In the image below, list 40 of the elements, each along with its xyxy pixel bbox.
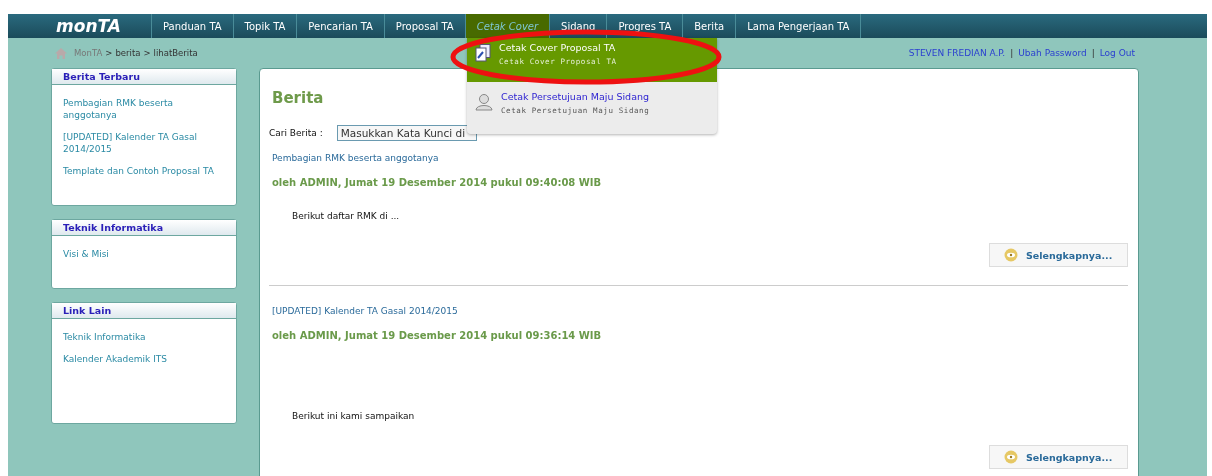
panel-title: Berita Terbaru (52, 69, 236, 85)
read-more-button[interactable]: Selengkapnya... (989, 243, 1128, 267)
panel-title: Link Lain (52, 303, 236, 319)
page-title: Berita (272, 89, 324, 107)
search-label: Cari Berita : (269, 128, 323, 138)
sidebar-link[interactable]: Teknik Informatika (63, 331, 225, 343)
news-title-link[interactable]: Pembagian RMK beserta anggotanya (272, 153, 1128, 163)
panel-title: Teknik Informatika (52, 220, 236, 236)
search-field[interactable]: Masukkan Kata Kunci di (336, 125, 477, 141)
sidebar-link[interactable]: Template dan Contoh Proposal TA (63, 165, 225, 177)
user-link[interactable]: Ubah Password (1018, 48, 1087, 58)
news-byline: oleh ADMIN, Jumat 19 Desember 2014 pukul 09:36:14 WIB (272, 330, 603, 341)
link-separator: | (1091, 48, 1095, 58)
nav-item[interactable]: Topik TA (233, 14, 298, 38)
sidebar-link[interactable]: Visi & Misi (63, 248, 225, 260)
news-byline: oleh ADMIN, Jumat 19 Desember 2014 pukul 09:40:08 WIB (272, 177, 603, 188)
user-icon (475, 93, 493, 111)
link-separator: | (1010, 48, 1014, 58)
read-more-button[interactable]: Selengkapnya... (989, 445, 1128, 469)
nav-item[interactable]: Pencarian TA (297, 14, 385, 38)
nav-item[interactable]: Proposal TA (384, 14, 466, 38)
breadcrumb-link[interactable]: lihatBerita (153, 48, 198, 58)
breadcrumb-separator: > (143, 48, 151, 58)
user-link[interactable]: STEVEN FREDIAN A.P. (908, 48, 1006, 58)
breadcrumb-link[interactable]: berita (115, 48, 141, 58)
home-icon (55, 47, 67, 59)
news-excerpt: Berikut daftar RMK di ... (292, 211, 401, 221)
eye-icon (1004, 248, 1018, 262)
breadcrumb-separator: > (105, 48, 113, 58)
sidebar-link[interactable]: [UPDATED] Kalender TA Gasal 2014/2015 (63, 131, 225, 155)
news-excerpt: Berikut ini kami sampaikan (292, 411, 416, 421)
logo[interactable]: monTA (8, 14, 152, 38)
sidebar-link[interactable]: Kalender Akademik ITS (63, 353, 225, 365)
sidebar-link[interactable]: Pembagian RMK beserta anggotanya (63, 97, 225, 121)
nav-item[interactable]: Lama Pengerjaan TA (736, 14, 862, 38)
news-title-link[interactable]: [UPDATED] Kalender TA Gasal 2014/2015 (272, 306, 1128, 316)
nav-item[interactable]: Panduan TA (152, 14, 234, 38)
document-icon (475, 44, 491, 62)
user-link[interactable]: Log Out (1099, 48, 1135, 58)
eye-icon (1004, 450, 1018, 464)
